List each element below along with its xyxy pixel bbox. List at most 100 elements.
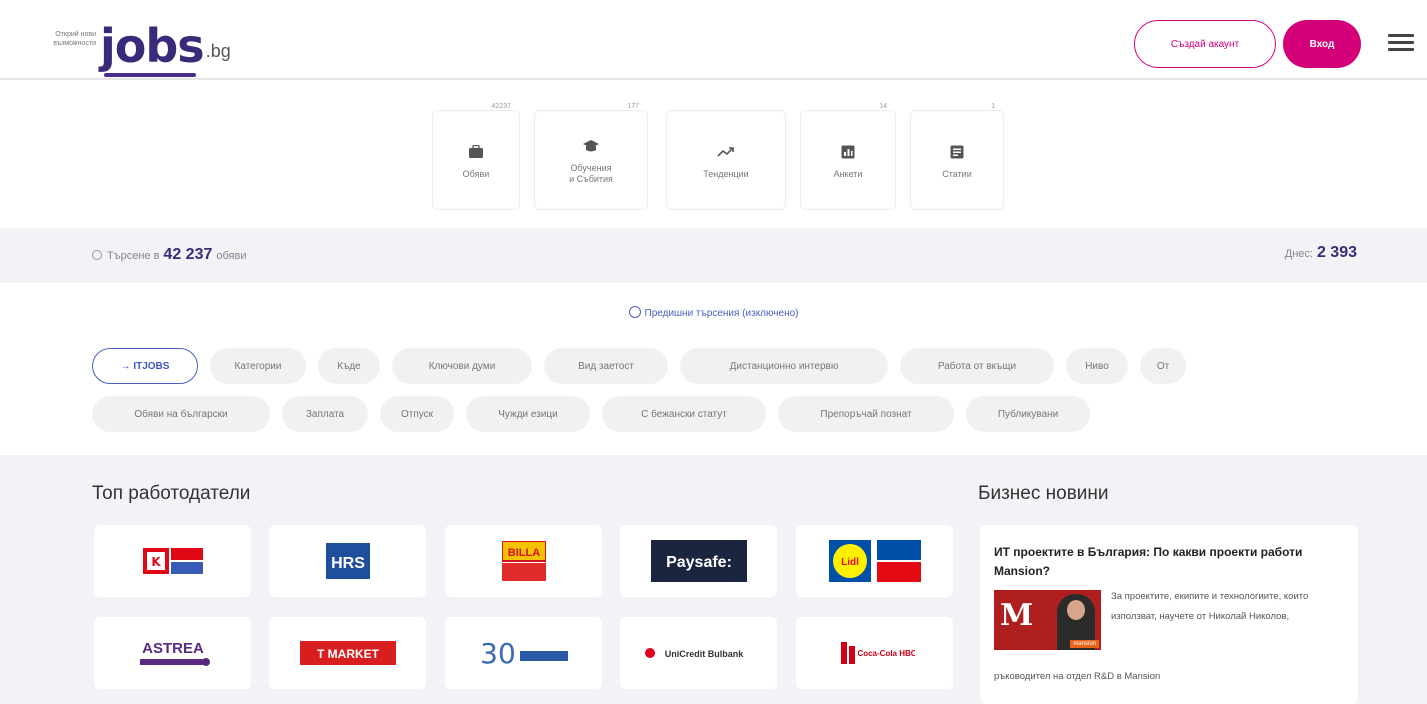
filter-chip[interactable]: Ключови думи [392, 348, 532, 384]
tmarket-logo: T MARKET [299, 641, 396, 665]
thirty-years-logo: 30 [480, 637, 568, 670]
billa-logo: BILLA [501, 541, 546, 581]
category-card-jobs[interactable]: 42237 Обяви [432, 103, 520, 210]
history-icon [628, 306, 641, 318]
search-suffix: обяви [216, 250, 247, 262]
briefcase-icon [468, 141, 484, 163]
logo-suffix: .bg [205, 41, 231, 61]
business-news-title: Бизнес новини [978, 483, 1109, 504]
paysafe-logo: Paysafe: [650, 540, 747, 582]
svg-text:Paysafe:: Paysafe: [666, 554, 732, 571]
filter-chip[interactable]: Категории [210, 348, 306, 384]
today-count: 2 393 [1316, 244, 1357, 261]
kaufland-logo: K [142, 548, 203, 574]
total-jobs-count: 42 237 [163, 246, 213, 263]
graduation-cap-icon [582, 135, 600, 157]
employer-logo-cocacola-hbc[interactable]: Coca-Cola HBC [796, 617, 953, 689]
article-icon [950, 141, 964, 163]
today-label: Днес: [1284, 248, 1313, 260]
bottom-section: Топ работодатели K HRS BILLA Paysafe: Li… [0, 455, 1427, 704]
filter-chip[interactable]: Дистанционно интервю [680, 348, 888, 384]
news-card[interactable]: ИТ проектите в България: По какви проект… [980, 525, 1358, 704]
category-card-trends[interactable]: Тенденции [666, 110, 786, 210]
category-label: Тенденции [703, 168, 749, 179]
person-face [1067, 600, 1085, 620]
filter-chip[interactable]: Обяви на български [92, 396, 270, 432]
category-card-polls[interactable]: 14 Анкети [800, 103, 896, 210]
coca-cola-hbc-logo: Coca-Cola HBC [840, 642, 915, 664]
site-logo[interactable]: Открий нови възможности jobs .bg [30, 8, 231, 73]
news-article-title[interactable]: ИТ проектите в България: По какви проект… [994, 543, 1344, 581]
news-excerpt: За проектите, екипите и технологиите, ко… [1111, 591, 1309, 622]
category-label: Обяви [462, 168, 490, 179]
lidl-logo: Lidl [828, 540, 921, 582]
employer-logo-billa[interactable]: BILLA [445, 525, 602, 597]
filter-row-2: Обяви на български Заплата Отпуск Чужди … [92, 396, 1102, 434]
category-card-trainings[interactable]: 177 Обучения и Събития [534, 103, 648, 210]
mansion-mark-icon: M [1000, 598, 1034, 633]
filter-chip[interactable]: Вид заетост [544, 348, 668, 384]
filter-chip[interactable]: От [1140, 348, 1186, 384]
filter-row-1: → ITJOBS Категории Къде Ключови думи Вид… [92, 348, 1198, 386]
svg-text:T MARKET: T MARKET [317, 647, 380, 661]
category-count: 14 [877, 103, 889, 110]
filter-chip[interactable]: С бежански статут [602, 396, 766, 432]
site-header: Открий нови възможности jobs .bg Създай … [0, 0, 1427, 80]
logo-wordmark: jobs [100, 19, 205, 73]
search-prefix: Търсене в [107, 250, 160, 262]
filter-chip[interactable]: Заплата [282, 396, 368, 432]
today-summary: Днес: 2 393 [1285, 244, 1357, 262]
create-account-button[interactable]: Създай акаунт [1134, 20, 1276, 68]
employer-logo-unicredit[interactable]: UniCredit Bulbank [620, 617, 777, 689]
svg-text:BILLA: BILLA [507, 547, 539, 559]
employer-logo-kaufland[interactable]: K [94, 525, 251, 597]
svg-text:UniCredit Bulbank: UniCredit Bulbank [664, 649, 743, 659]
top-employers-title: Топ работодатели [92, 483, 251, 504]
svg-text:Lidl: Lidl [841, 557, 859, 568]
astrea-logo: ASTREA [139, 640, 210, 666]
svg-text:K: K [151, 555, 161, 569]
hrs-logo: HRS [325, 543, 370, 579]
employer-logo-30years[interactable]: 30 [445, 617, 602, 689]
category-count: 1 [989, 103, 997, 110]
svg-text:ASTREA: ASTREA [142, 640, 204, 657]
filter-chip-itjobs[interactable]: → ITJOBS [92, 348, 198, 384]
trend-icon [717, 141, 735, 163]
svg-text:Coca-Cola HBC: Coca-Cola HBC [857, 649, 915, 658]
category-card-articles[interactable]: 1 Статии [910, 103, 1004, 210]
employer-logo-lidl[interactable]: Lidl [796, 525, 953, 597]
filter-chip[interactable]: Ниво [1066, 348, 1128, 384]
employer-logo-astrea[interactable]: ASTREA [94, 617, 251, 689]
category-count: 42237 [489, 103, 513, 110]
filter-chip[interactable]: Препоръчай познат [778, 396, 954, 432]
svg-text:HRS: HRS [331, 555, 365, 572]
filter-chip[interactable]: Отпуск [380, 396, 454, 432]
category-label: Обучения и Събития [569, 163, 613, 184]
employer-logo-tmarket[interactable]: T MARKET [269, 617, 426, 689]
employer-logo-hrs[interactable]: HRS [269, 525, 426, 597]
filter-chip[interactable]: Публикувани [966, 396, 1090, 432]
search-band[interactable]: Търсене в 42 237 обяви Днес: 2 393 [0, 228, 1427, 283]
poll-icon [841, 141, 855, 163]
category-label: Анкети [833, 168, 863, 179]
category-nav: 42237 Обяви 177 Обучения и Събития Тенде… [0, 103, 1427, 210]
unicredit-logo: UniCredit Bulbank [644, 648, 744, 659]
login-button[interactable]: Вход [1283, 20, 1361, 68]
search-icon [92, 250, 102, 260]
previous-searches-link[interactable]: Предишни търсения (изключено) [0, 306, 1427, 319]
previous-searches-label: Предишни търсения (изключено) [644, 308, 799, 319]
filter-chip[interactable]: Чужди езици [466, 396, 590, 432]
logo-tagline: Открий нови възможности [53, 31, 96, 47]
filter-chip[interactable]: Къде [318, 348, 380, 384]
news-image-tag: mansion [1070, 640, 1099, 648]
search-summary[interactable]: Търсене в 42 237 обяви [92, 246, 246, 264]
filter-chip[interactable]: Работа от вкъщи [900, 348, 1054, 384]
news-article-image[interactable]: M mansion [994, 590, 1101, 650]
svg-text:30: 30 [480, 637, 516, 670]
hamburger-icon[interactable] [1388, 34, 1414, 54]
logo-underline [104, 73, 196, 77]
news-excerpt-continued: ръководител на отдел R&D в Mansion [994, 671, 1161, 682]
category-label: Статии [942, 168, 972, 179]
category-count: 177 [625, 103, 641, 110]
employer-logo-paysafe[interactable]: Paysafe: [620, 525, 777, 597]
